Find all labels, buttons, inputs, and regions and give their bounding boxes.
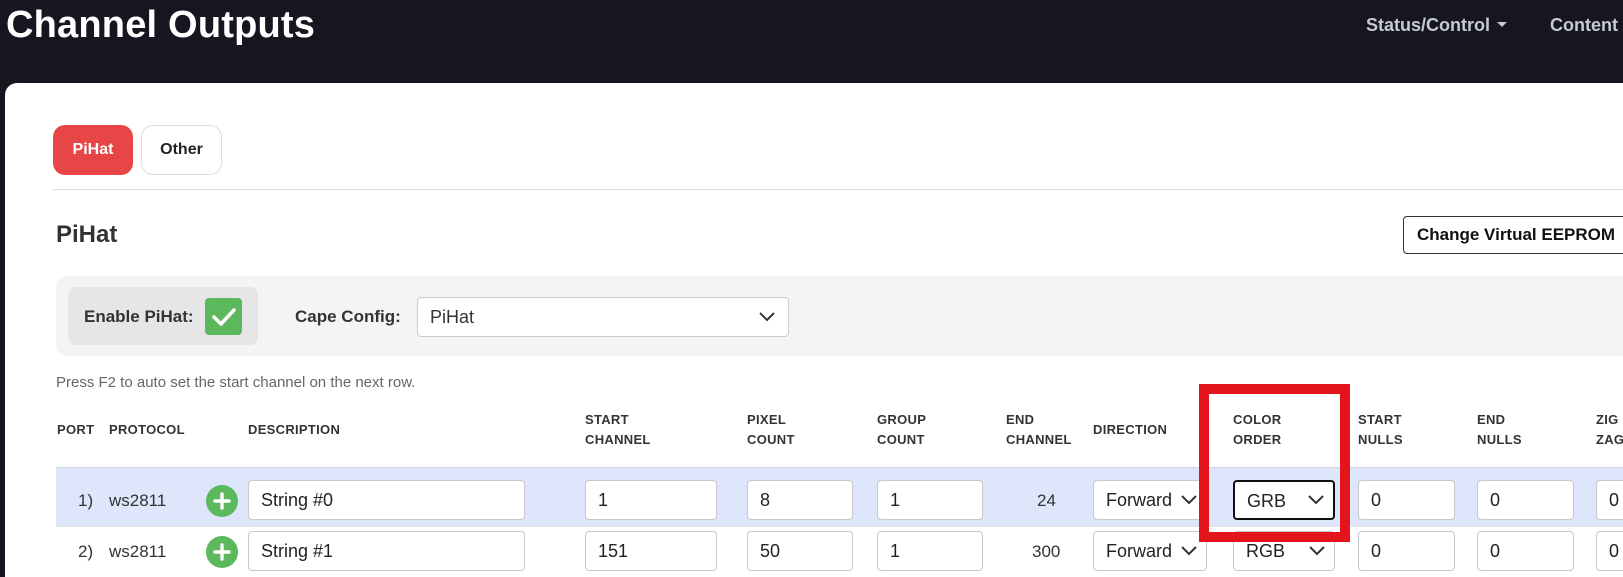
header-start-nulls: START NULLS — [1358, 410, 1403, 450]
header-zigzag-line1: ZIG — [1596, 412, 1619, 427]
start-channel-input[interactable]: 1 — [585, 480, 717, 520]
chevron-down-icon — [1309, 546, 1325, 556]
header-start-channel-line2: CHANNEL — [585, 432, 651, 447]
header-start-channel-line1: START — [585, 412, 629, 427]
direction-value: Forward — [1106, 490, 1173, 510]
header-end-channel-line1: END — [1006, 412, 1035, 427]
pixel-count-value: 8 — [760, 490, 771, 510]
zigzag-value: 0 — [1609, 490, 1620, 510]
end-channel-value: 24 — [1037, 491, 1056, 510]
end-nulls-input[interactable]: 0 — [1477, 480, 1574, 520]
header-end-nulls-line1: END — [1477, 412, 1506, 427]
header-group-count-line2: COUNT — [877, 432, 925, 447]
header-zigzag: ZIG ZAG — [1596, 410, 1623, 450]
add-row-button[interactable] — [206, 536, 238, 568]
direction-value: Forward — [1106, 541, 1173, 561]
color-order-highlight — [1199, 384, 1350, 542]
top-navbar: Channel Outputs Status/Control Content — [0, 0, 1623, 82]
header-pixel-count-line1: PIXEL — [747, 412, 787, 427]
group-count-input[interactable]: 1 — [877, 480, 983, 520]
row-protocol: ws2811 — [109, 491, 167, 510]
start-nulls-value: 0 — [1371, 541, 1382, 561]
direction-select[interactable]: Forward — [1093, 480, 1207, 520]
header-start-nulls-line2: NULLS — [1358, 432, 1403, 447]
description-value: String #1 — [261, 541, 334, 561]
group-count-input[interactable]: 1 — [877, 531, 983, 571]
header-end-nulls-line2: NULLS — [1477, 432, 1522, 447]
nav-status-control[interactable]: Status/Control — [1366, 15, 1507, 36]
group-count-value: 1 — [890, 490, 901, 510]
enable-pihat-checkbox[interactable] — [205, 298, 242, 335]
cape-config-select[interactable]: PiHat — [417, 297, 789, 337]
start-nulls-value: 0 — [1371, 490, 1382, 510]
start-nulls-input[interactable]: 0 — [1358, 531, 1455, 571]
pixel-count-input[interactable]: 8 — [747, 480, 853, 520]
plus-icon — [213, 543, 231, 561]
chevron-down-icon — [1181, 495, 1197, 505]
start-channel-value: 1 — [598, 490, 609, 510]
hint-text: Press F2 to auto set the start channel o… — [56, 374, 416, 391]
end-channel-value: 300 — [1032, 542, 1061, 561]
row-port: 1) — [78, 491, 94, 510]
chevron-down-icon — [1181, 546, 1197, 556]
header-zigzag-line2: ZAG — [1596, 432, 1623, 447]
checkmark-icon — [211, 307, 236, 326]
row-protocol: ws2811 — [109, 542, 167, 561]
start-channel-value: 151 — [598, 541, 629, 561]
nav-content[interactable]: Content — [1550, 15, 1618, 36]
end-nulls-value: 0 — [1490, 541, 1501, 561]
header-description: DESCRIPTION — [248, 422, 341, 437]
add-row-button[interactable] — [206, 485, 238, 517]
group-count-value: 1 — [890, 541, 901, 561]
header-port: PORT — [57, 422, 95, 437]
nav-status-label: Status/Control — [1366, 15, 1490, 35]
header-end-channel-line2: CHANNEL — [1006, 432, 1072, 447]
header-protocol: PROTOCOL — [109, 422, 185, 437]
color-order-value: RGB — [1246, 541, 1286, 561]
header-group-count-line1: GROUP — [877, 412, 927, 427]
header-start-channel: START CHANNEL — [585, 410, 651, 450]
header-end-channel: END CHANNEL — [1006, 410, 1072, 450]
cape-config-label: Cape Config: — [295, 307, 401, 326]
chevron-down-icon — [759, 312, 775, 322]
tab-other[interactable]: Other — [141, 125, 222, 175]
header-group-count: GROUP COUNT — [877, 410, 926, 450]
pixel-count-input[interactable]: 50 — [747, 531, 853, 571]
pixel-count-value: 50 — [760, 541, 781, 561]
zigzag-value: 0 — [1609, 541, 1620, 561]
row-port: 2) — [78, 542, 94, 561]
caret-down-icon — [1497, 21, 1507, 27]
start-nulls-input[interactable]: 0 — [1358, 480, 1455, 520]
header-direction: DIRECTION — [1093, 422, 1168, 437]
nav-content-label: Content — [1550, 15, 1618, 35]
zigzag-input[interactable]: 0 — [1596, 480, 1623, 520]
tab-pihat[interactable]: PiHat — [53, 125, 133, 175]
header-start-nulls-line1: START — [1358, 412, 1402, 427]
description-value: String #0 — [261, 490, 334, 510]
page-title: Channel Outputs — [6, 4, 316, 46]
end-nulls-input[interactable]: 0 — [1477, 531, 1574, 571]
description-input[interactable]: String #0 — [248, 480, 525, 520]
section-title: PiHat — [56, 221, 118, 248]
header-pixel-count: PIXEL COUNT — [747, 410, 795, 450]
divider — [53, 189, 1623, 190]
header-pixel-count-line2: COUNT — [747, 432, 795, 447]
cape-config-value: PiHat — [430, 307, 475, 327]
zigzag-input[interactable]: 0 — [1596, 531, 1623, 571]
description-input[interactable]: String #1 — [248, 531, 525, 571]
direction-select[interactable]: Forward — [1093, 531, 1207, 571]
plus-icon — [213, 492, 231, 510]
config-panel — [56, 276, 1623, 356]
start-channel-input[interactable]: 151 — [585, 531, 717, 571]
header-end-nulls: END NULLS — [1477, 410, 1522, 450]
change-virtual-eeprom-button[interactable]: Change Virtual EEPROM — [1403, 216, 1623, 254]
end-nulls-value: 0 — [1490, 490, 1501, 510]
enable-pihat-label: Enable PiHat: — [84, 307, 194, 326]
